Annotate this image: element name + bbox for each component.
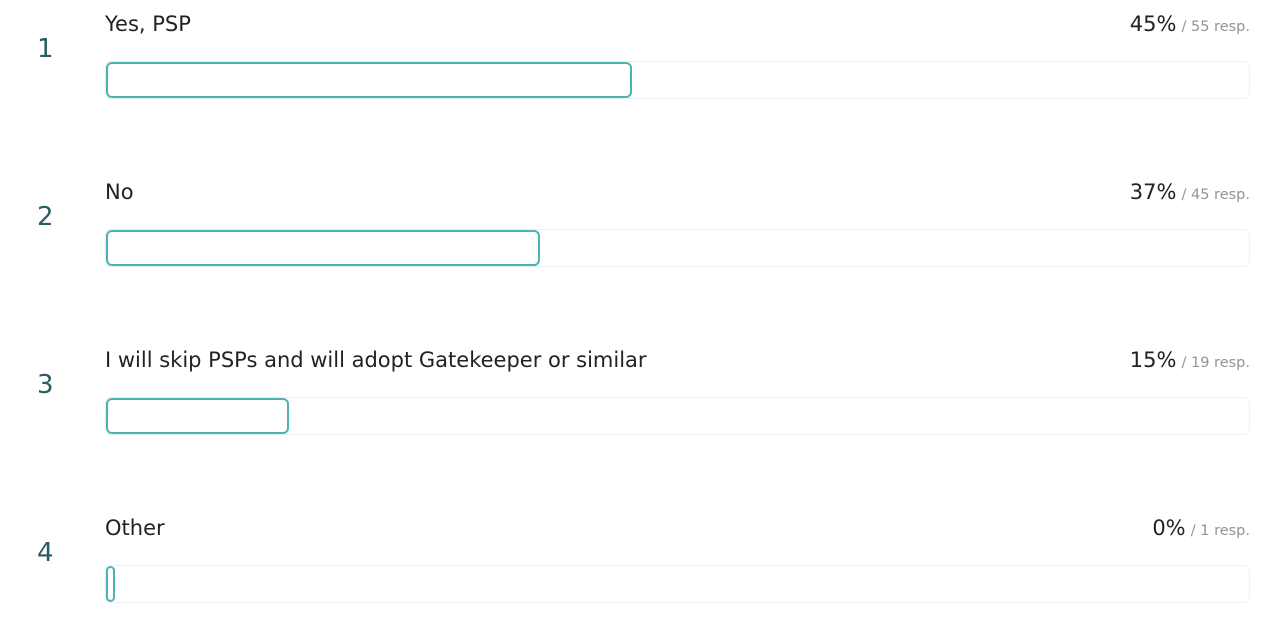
option-index: 2 xyxy=(37,202,54,232)
poll-option: 3 I will skip PSPs and will adopt Gateke… xyxy=(0,336,1261,466)
option-label: Yes, PSP xyxy=(105,12,191,36)
option-label: No xyxy=(105,180,134,204)
bar-track xyxy=(105,397,1250,435)
bar-fill xyxy=(106,230,540,266)
option-responses: / 55 resp. xyxy=(1181,19,1251,35)
option-stat: 37% / 45 resp. xyxy=(1130,178,1250,209)
bar-track xyxy=(105,229,1250,267)
option-percent: 0% xyxy=(1152,516,1186,540)
option-label: Other xyxy=(105,516,165,540)
bar-fill xyxy=(106,62,632,98)
option-percent: 15% xyxy=(1129,348,1177,372)
poll-option: 2 No 37% / 45 resp. xyxy=(0,168,1261,298)
option-index: 3 xyxy=(37,370,54,400)
option-stat: 15% / 19 resp. xyxy=(1130,346,1250,377)
bar-track xyxy=(105,565,1250,603)
option-percent: 45% xyxy=(1129,12,1177,36)
option-responses: / 45 resp. xyxy=(1181,187,1251,203)
bar-track xyxy=(105,61,1250,99)
option-index: 1 xyxy=(37,34,54,64)
option-stat: 0% / 1 resp. xyxy=(1152,514,1250,545)
option-label: I will skip PSPs and will adopt Gatekeep… xyxy=(105,348,647,372)
option-percent: 37% xyxy=(1129,180,1177,204)
option-responses: / 1 resp. xyxy=(1190,523,1250,539)
option-responses: / 19 resp. xyxy=(1181,355,1251,371)
bar-fill xyxy=(106,566,115,602)
option-stat: 45% / 55 resp. xyxy=(1130,10,1250,41)
poll-option: 1 Yes, PSP 45% / 55 resp. xyxy=(0,0,1261,130)
poll-option: 4 Other 0% / 1 resp. xyxy=(0,504,1261,634)
option-index: 4 xyxy=(37,538,54,568)
bar-fill xyxy=(106,398,289,434)
